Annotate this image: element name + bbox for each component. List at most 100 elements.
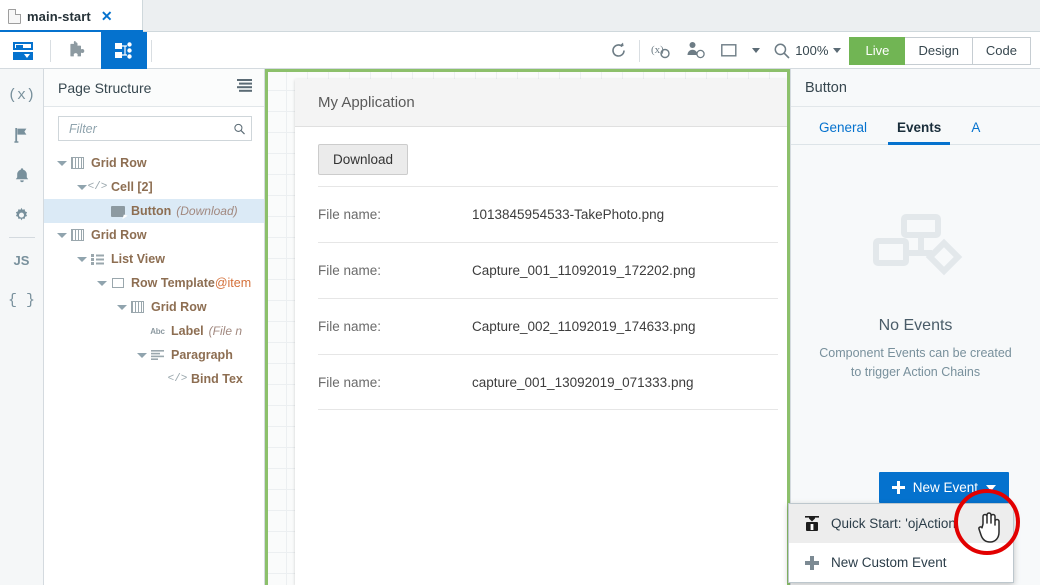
new-event-button[interactable]: New Event [878,472,1009,503]
tree-item-label: Grid Row [91,228,147,242]
empty-state: No Events Component Events can be create… [791,145,1040,382]
rail-item-settings[interactable] [0,195,44,235]
tree-item-paragraph[interactable]: Paragraph [44,343,264,367]
zoom-level-label: 100% [795,43,829,58]
paragraph-icon [151,350,164,360]
screen-size-dropdown[interactable] [746,32,766,69]
file-list: File name: 1013845954533-TakePhoto.png Fil… [295,186,787,410]
file-row-value: Capture_002_11092019_174633.png [472,319,696,334]
application-title: My Application [318,94,415,111]
hamburger-menu-icon[interactable] [237,78,252,97]
list-icon [91,253,104,265]
download-button[interactable]: Download [318,144,409,175]
variables-icon[interactable]: (x) [644,32,678,69]
tree-item-label: Label [171,324,204,338]
editor-tab-main-start[interactable]: main-start ✕ [0,0,143,33]
user-context-glyph [687,42,705,59]
file-row: File name: Capture_001_11092019_172202.pn… [318,242,778,298]
file-row: File name: Capture_002_11092019_174633.pn… [318,298,778,354]
tree-twisty[interactable] [116,304,129,310]
tree-item-label: Row Template [131,276,215,290]
tab-all[interactable]: A [956,120,995,144]
tree-item-label: Paragraph [171,348,233,362]
tab-events[interactable]: Events [882,120,956,145]
search-icon [774,43,790,59]
filter-box[interactable] [58,116,252,141]
page-structure-panel: Page Structure Grid Row</>Cell [2]Button… [44,69,265,585]
tree-twisty[interactable] [56,232,69,238]
rail-item-javascript[interactable]: JS [0,240,44,280]
user-context-icon[interactable] [678,32,712,69]
filter-input[interactable] [67,120,234,137]
chevron-down-icon[interactable] [833,48,842,53]
tree-twisty[interactable] [76,256,89,262]
tree-item-button[interactable]: Button (Download) [44,199,264,223]
tree-item-binding: @item [214,276,252,290]
grid-icon [71,229,84,241]
abc-icon: Abc [150,326,165,336]
toolbar-left-group [0,32,156,69]
new-event-label: New Event [912,480,978,495]
rail-item-flags[interactable] [0,115,44,155]
json-icon: { } [7,291,35,309]
menu-item-quick-start-label: Quick Start: 'ojAction' [831,516,959,531]
rail-item-notifications[interactable] [0,155,44,195]
page-structure-toggle-icon[interactable] [0,32,46,69]
chevron-down-icon[interactable] [986,484,996,491]
tree-twisty[interactable] [56,160,69,166]
tab-general[interactable]: General [804,120,882,144]
application-preview: My Application Download File name: 101384… [295,79,787,585]
file-row-value: capture_001_13092019_071333.png [472,374,694,390]
application-header: My Application [295,79,787,127]
tree-item-cell-2[interactable]: </> Cell [2] [44,175,264,199]
empty-state-description-line: to trigger Action Chains [850,365,981,379]
tree-item-subtitle: (File n [208,324,242,338]
main-toolbar: (x) 100% Live Design Code [0,32,1040,69]
menu-item-new-custom-event-label: New Custom Event [831,555,947,570]
empty-state-description-line: Component Events can be created [819,346,1012,360]
screen-size-icon[interactable] [712,32,746,69]
file-row-label: File name: [318,374,382,390]
tree-twisty[interactable] [136,352,149,358]
toolbar-divider-2 [151,39,152,62]
grid-icon [71,157,84,169]
view-mode-design[interactable]: Design [905,36,973,65]
bell-icon [15,167,28,182]
code-icon: </> [167,373,188,385]
close-icon[interactable]: ✕ [101,9,113,23]
rail-item-variables[interactable]: (x) [0,75,44,115]
properties-tabs: General Events A [791,107,1040,145]
tree-item-row-template[interactable]: Row Template @item [44,271,264,295]
view-mode-code[interactable]: Code [972,36,1031,65]
component-structure-icon[interactable] [101,32,147,69]
button-icon [110,205,125,217]
plus-icon [805,555,831,570]
menu-item-quick-start[interactable]: Quick Start: 'ojAction' [789,504,1013,543]
chevron-down-icon [752,48,761,53]
tree-item-grid-row[interactable]: Grid Row [44,223,264,247]
zoom-control[interactable]: 100% [766,32,845,69]
refresh-icon[interactable] [601,32,635,69]
structure-glyph [114,41,132,59]
action-chain-icon [872,214,962,276]
tree-item-grid-row[interactable]: Grid Row [44,151,264,175]
variables-icon: (x) [7,86,35,104]
view-mode-live[interactable]: Live [849,36,906,65]
tree-item-list-view[interactable]: List View [44,247,264,271]
view-mode-group: Live Design Code [849,32,1031,69]
tree-item-bind-tex[interactable]: </> Bind Tex [44,367,264,391]
rail-item-json[interactable]: { } [0,280,44,320]
tab-title: main-start [27,8,91,24]
toolbar-right-group: (x) 100% Live Design Code [601,32,1040,69]
hamburger-glyph [237,78,252,92]
tree-item-grid-row[interactable]: Grid Row [44,295,264,319]
page-structure-header: Page Structure [44,69,264,107]
extensions-puzzle-icon[interactable] [55,32,101,69]
tree-item-label: Grid Row [151,300,207,314]
search-icon[interactable] [234,122,245,136]
tree-item-label[interactable]: Abc Label (File n [44,319,264,343]
tree-twisty[interactable] [96,280,109,286]
ide-window: main-start ✕ (x) 100% Live Design Code (… [0,0,1040,585]
design-canvas: My Application Download File name: 101384… [265,69,790,585]
menu-item-new-custom-event[interactable]: New Custom Event [789,543,1013,582]
